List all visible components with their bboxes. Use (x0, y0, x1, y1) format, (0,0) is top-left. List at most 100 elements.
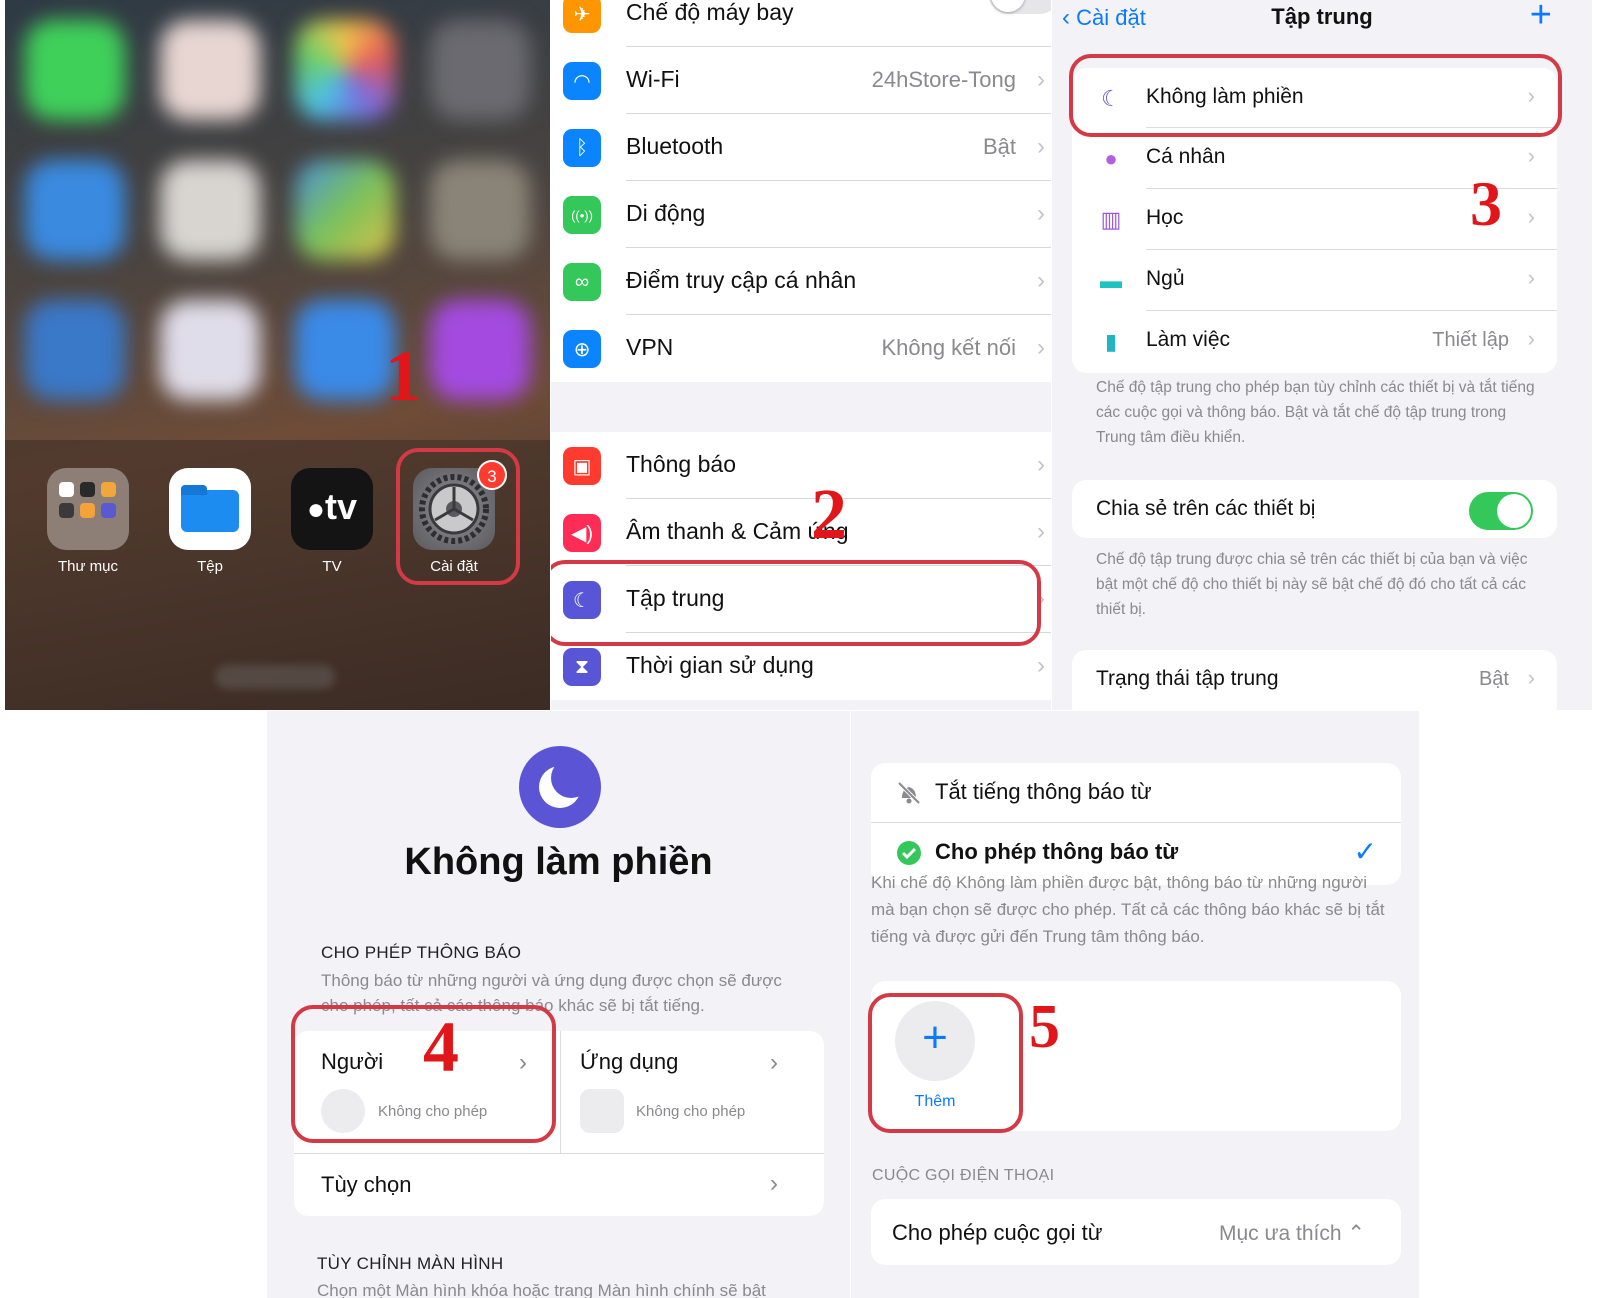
add-focus-button[interactable]: + (1530, 0, 1552, 37)
focus-mode-lam-viec[interactable]: ▮ Làm việc Thiết lập › (1072, 311, 1557, 372)
settings-row-vpn[interactable]: ⊕ VPN Không kết nối › (551, 315, 1051, 382)
vpn-globe-icon: ⊕ (563, 330, 601, 368)
settings-row-value: 24hStore-Tong (871, 67, 1016, 92)
blurred-app-icon (25, 300, 125, 400)
apps-cell[interactable]: Ứng dụng › Không cho phép (560, 1031, 824, 1153)
chevron-right-icon: › (1037, 267, 1045, 294)
blurred-app-icon (295, 160, 395, 260)
allow-calls-row[interactable]: Cho phép cuộc gọi từ Mục ưa thích ⌃ (871, 1199, 1401, 1265)
apple-tv-icon: ●tv (291, 468, 373, 550)
focus-mode-label: Học (1146, 206, 1184, 229)
chevron-right-icon: › (1527, 326, 1535, 351)
page-indicator (215, 665, 335, 689)
settings-row-che-do-may-bay[interactable]: ✈ Chế độ máy bay (551, 0, 1051, 47)
bell-slash-icon (895, 779, 923, 807)
settings-row-diem-truy-cap-ca-nhan[interactable]: ∞ Điểm truy cập cá nhân › (551, 248, 1051, 315)
checkmark-icon: ✓ (1353, 836, 1377, 867)
chevron-right-icon: › (770, 1049, 778, 1076)
blurred-app-icon (160, 300, 260, 400)
bluetooth-icon: ᛒ (563, 129, 601, 167)
share-across-devices-row: Chia sẻ trên các thiết bị (1072, 480, 1557, 538)
highlight-settings-app (396, 448, 520, 585)
settings-row-am-thanh-cam-ung[interactable]: ◀) Âm thanh & Cảm ứng › (551, 499, 1051, 566)
focus-status-label: Trạng thái tập trung (1096, 667, 1279, 690)
highlight-add-button (868, 993, 1023, 1133)
highlight-dnd-row (1069, 54, 1562, 137)
settings-row-label: Wi-Fi (626, 66, 680, 92)
blurred-app-icon (295, 300, 395, 400)
app-folder[interactable]: Thư mục (43, 468, 133, 575)
app-label: Thư mục (57, 558, 119, 575)
highlight-focus-row (551, 560, 1041, 646)
settings-panel: ✈ Chế độ máy bay ◠ Wi-Fi 24hStore-Tong › ᛒ Blue… (551, 0, 1051, 710)
chevron-right-icon: › (1527, 665, 1535, 690)
settings-row-label: Thông báo (626, 451, 736, 477)
settings-row-label: Chế độ máy bay (626, 0, 794, 25)
focus-description: Chế độ tập trung cho phép bạn tùy chỉnh … (1096, 379, 1535, 446)
focus-status-row[interactable]: Trạng thái tập trung Bật › (1072, 650, 1557, 710)
chevron-right-icon: › (1037, 518, 1045, 545)
step-number-4: 4 (423, 1007, 459, 1087)
apps-label: Ứng dụng (580, 1049, 679, 1074)
settings-row-thong-bao[interactable]: ▣ Thông báo › (551, 432, 1051, 499)
settings-row-value: Bật (982, 134, 1016, 159)
checkmark-seal-icon (895, 839, 923, 867)
focus-mode-value: Thiết lập (1432, 329, 1509, 351)
settings-row-wi-fi[interactable]: ◠ Wi-Fi 24hStore-Tong › (551, 47, 1051, 114)
step-number-3: 3 (1470, 168, 1502, 239)
settings-row-bluetooth[interactable]: ᛒ Bluetooth Bật › (551, 114, 1051, 181)
notification-mode-options: Tắt tiếng thông báo từ Cho phép thông bá… (871, 763, 1401, 885)
app-files[interactable]: Tệp (165, 468, 255, 575)
allow-calls-value[interactable]: Mục ưa thích ⌃ (1219, 1221, 1365, 1246)
share-toggle[interactable] (1469, 492, 1533, 530)
allow-notifications-panel: Tắt tiếng thông báo từ Cho phép thông bá… (851, 711, 1419, 1298)
airplane-mode-toggle[interactable] (989, 0, 1051, 14)
blurred-app-icon (160, 160, 260, 260)
folder-icon (47, 468, 129, 550)
blurred-app-icon (25, 20, 125, 120)
allow-notifications-header: CHO PHÉP THÔNG BÁO (321, 943, 522, 962)
focus-mode-ngu[interactable]: ▬ Ngủ › (1072, 250, 1557, 311)
chevron-right-icon: › (1037, 451, 1045, 478)
sounds-icon: ◀) (563, 514, 601, 552)
settings-row-label: VPN (626, 334, 674, 360)
settings-row-di-dong[interactable]: ((•)) Di động › (551, 181, 1051, 248)
screen-time-icon: ⧗ (563, 648, 601, 686)
app-placeholder (580, 1089, 624, 1133)
settings-row-label: Thời gian sử dụng (626, 652, 814, 678)
focus-mode-label: Làm việc (1146, 328, 1231, 351)
chevron-right-icon: › (1037, 334, 1045, 361)
airplane-icon: ✈ (563, 0, 601, 33)
blurred-app-icon (430, 160, 530, 260)
chevron-right-icon: › (1037, 133, 1045, 160)
blurred-app-icon (295, 20, 395, 120)
silence-notifications-option[interactable]: Tắt tiếng thông báo từ (871, 763, 1401, 823)
phone-calls-header: CUỘC GỌI ĐIỆN THOẠI (872, 1167, 1055, 1184)
bed-icon: ▬ (1100, 268, 1122, 293)
allow-label: Cho phép thông báo từ (935, 839, 1179, 864)
allow-description: Khi chế độ Không làm phiền được bật, thô… (871, 873, 1385, 946)
page-title: Tập trung (1271, 4, 1373, 29)
chevron-right-icon: › (1527, 265, 1535, 290)
options-label: Tùy chọn (321, 1172, 412, 1197)
blurred-app-icon (160, 20, 260, 120)
app-tv[interactable]: ●tv TV (287, 468, 377, 575)
share-label: Chia sẻ trên các thiết bị (1096, 497, 1316, 520)
app-label: TV (322, 558, 342, 575)
chevron-right-icon: › (1527, 204, 1535, 229)
step-number-1: 1 (385, 336, 421, 416)
settings-row-label: Di động (626, 200, 706, 226)
chevron-right-icon: › (1037, 652, 1045, 679)
notifications-icon: ▣ (563, 447, 601, 485)
work-badge-icon: ▮ (1104, 329, 1118, 354)
cellular-icon: ((•)) (563, 196, 601, 234)
files-icon (169, 468, 251, 550)
options-row[interactable]: Tùy chọn › (294, 1154, 824, 1216)
moon-icon (519, 746, 601, 828)
focus-mode-label: Ngủ (1146, 267, 1185, 290)
focus-mode-label: Cá nhân (1146, 145, 1226, 168)
app-label: Tệp (197, 558, 223, 575)
focus-status-value: Bật (1478, 668, 1509, 690)
settings-row-value: Không kết nối (881, 335, 1016, 360)
focus-panel: ‹ Cài đặt Tập trung + ☾ Không làm phiền › ●… (1052, 0, 1592, 710)
